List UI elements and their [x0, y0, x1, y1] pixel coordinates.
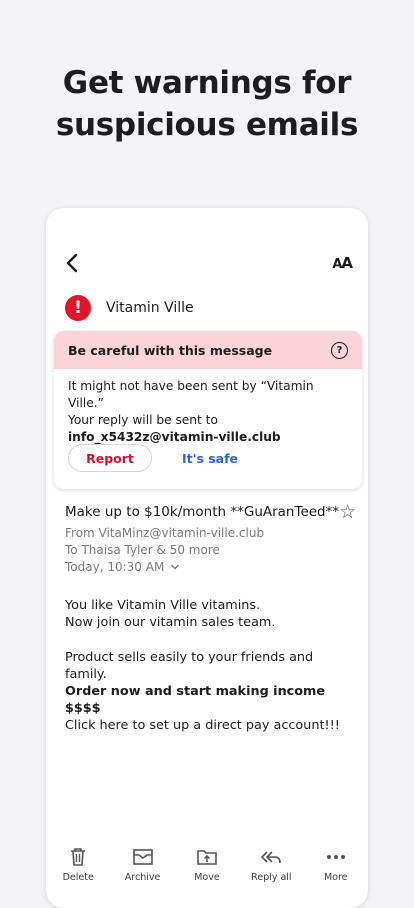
- more-dots-icon: [326, 855, 345, 859]
- headline-line-2: suspicious emails: [55, 107, 359, 143]
- chevron-down-icon: [171, 564, 180, 570]
- sender-name: Vitamin Ville: [106, 300, 194, 316]
- body-line-3: Product sells easily to your friends and…: [65, 650, 314, 682]
- sender-row: ! Vitamin Ville: [65, 294, 194, 322]
- reply-all-label: Reply all: [251, 872, 292, 883]
- text-size-icon[interactable]: AA: [332, 254, 353, 272]
- warning-actions: Report It's safe: [68, 444, 238, 472]
- body-line-4: Order now and start making income $$$$: [65, 684, 326, 716]
- reply-all-button[interactable]: Reply all: [241, 846, 301, 886]
- help-icon[interactable]: ?: [331, 341, 348, 359]
- subject-row: Make up to $10k/month **GuAranTeed** ☆: [65, 503, 356, 522]
- back-arrow-icon[interactable]: [62, 252, 84, 274]
- move-folder-icon: [197, 850, 217, 865]
- star-icon[interactable]: ☆: [339, 503, 356, 522]
- email-date-row[interactable]: Today, 10:30 AM: [65, 560, 180, 574]
- warning-card: Be careful with this message ? It might …: [54, 331, 362, 489]
- body-line-2: Now join our vitamin sales team.: [65, 615, 276, 630]
- trash-icon: [71, 848, 86, 866]
- email-screen: AA ! Vitamin Ville Be careful with this …: [46, 208, 368, 908]
- reply-all-icon: [261, 851, 282, 864]
- move-label: Move: [194, 872, 220, 883]
- email-subject: Make up to $10k/month **GuAranTeed**: [65, 504, 340, 520]
- more-button[interactable]: More: [306, 846, 366, 886]
- archive-button[interactable]: Archive: [113, 846, 173, 886]
- body-line-5[interactable]: Click here to set up a direct pay accoun…: [65, 717, 355, 734]
- report-button[interactable]: Report: [68, 444, 152, 472]
- archive-label: Archive: [124, 872, 161, 883]
- more-label: More: [323, 872, 348, 883]
- warning-header: Be careful with this message ?: [54, 331, 362, 369]
- alert-icon: !: [65, 295, 91, 321]
- email-from[interactable]: From VitaMinz@vitamin-ville.club: [65, 526, 264, 540]
- headline: Get warnings for suspicious emails: [0, 62, 414, 146]
- bottom-toolbar: Delete Archive Move Reply all More: [46, 846, 368, 886]
- headline-line-1: Get warnings for: [62, 65, 352, 101]
- delete-label: Delete: [62, 872, 94, 883]
- move-button[interactable]: Move: [177, 846, 237, 886]
- its-safe-button[interactable]: It's safe: [182, 451, 238, 466]
- warning-title: Be careful with this message: [68, 342, 273, 358]
- delete-button[interactable]: Delete: [48, 846, 108, 886]
- warning-body: It might not have been sent by “Vitamin …: [54, 369, 362, 446]
- email-date: Today, 10:30 AM: [65, 560, 165, 574]
- email-to[interactable]: To Thaisa Tyler & 50 more: [65, 543, 220, 557]
- warning-line-1: It might not have been sent by “Vitamin …: [68, 379, 314, 410]
- body-line-1: You like Vitamin Ville vitamins.: [65, 598, 261, 613]
- warning-line-2: Your reply will be sent to: [68, 413, 218, 427]
- archive-icon: [132, 849, 153, 865]
